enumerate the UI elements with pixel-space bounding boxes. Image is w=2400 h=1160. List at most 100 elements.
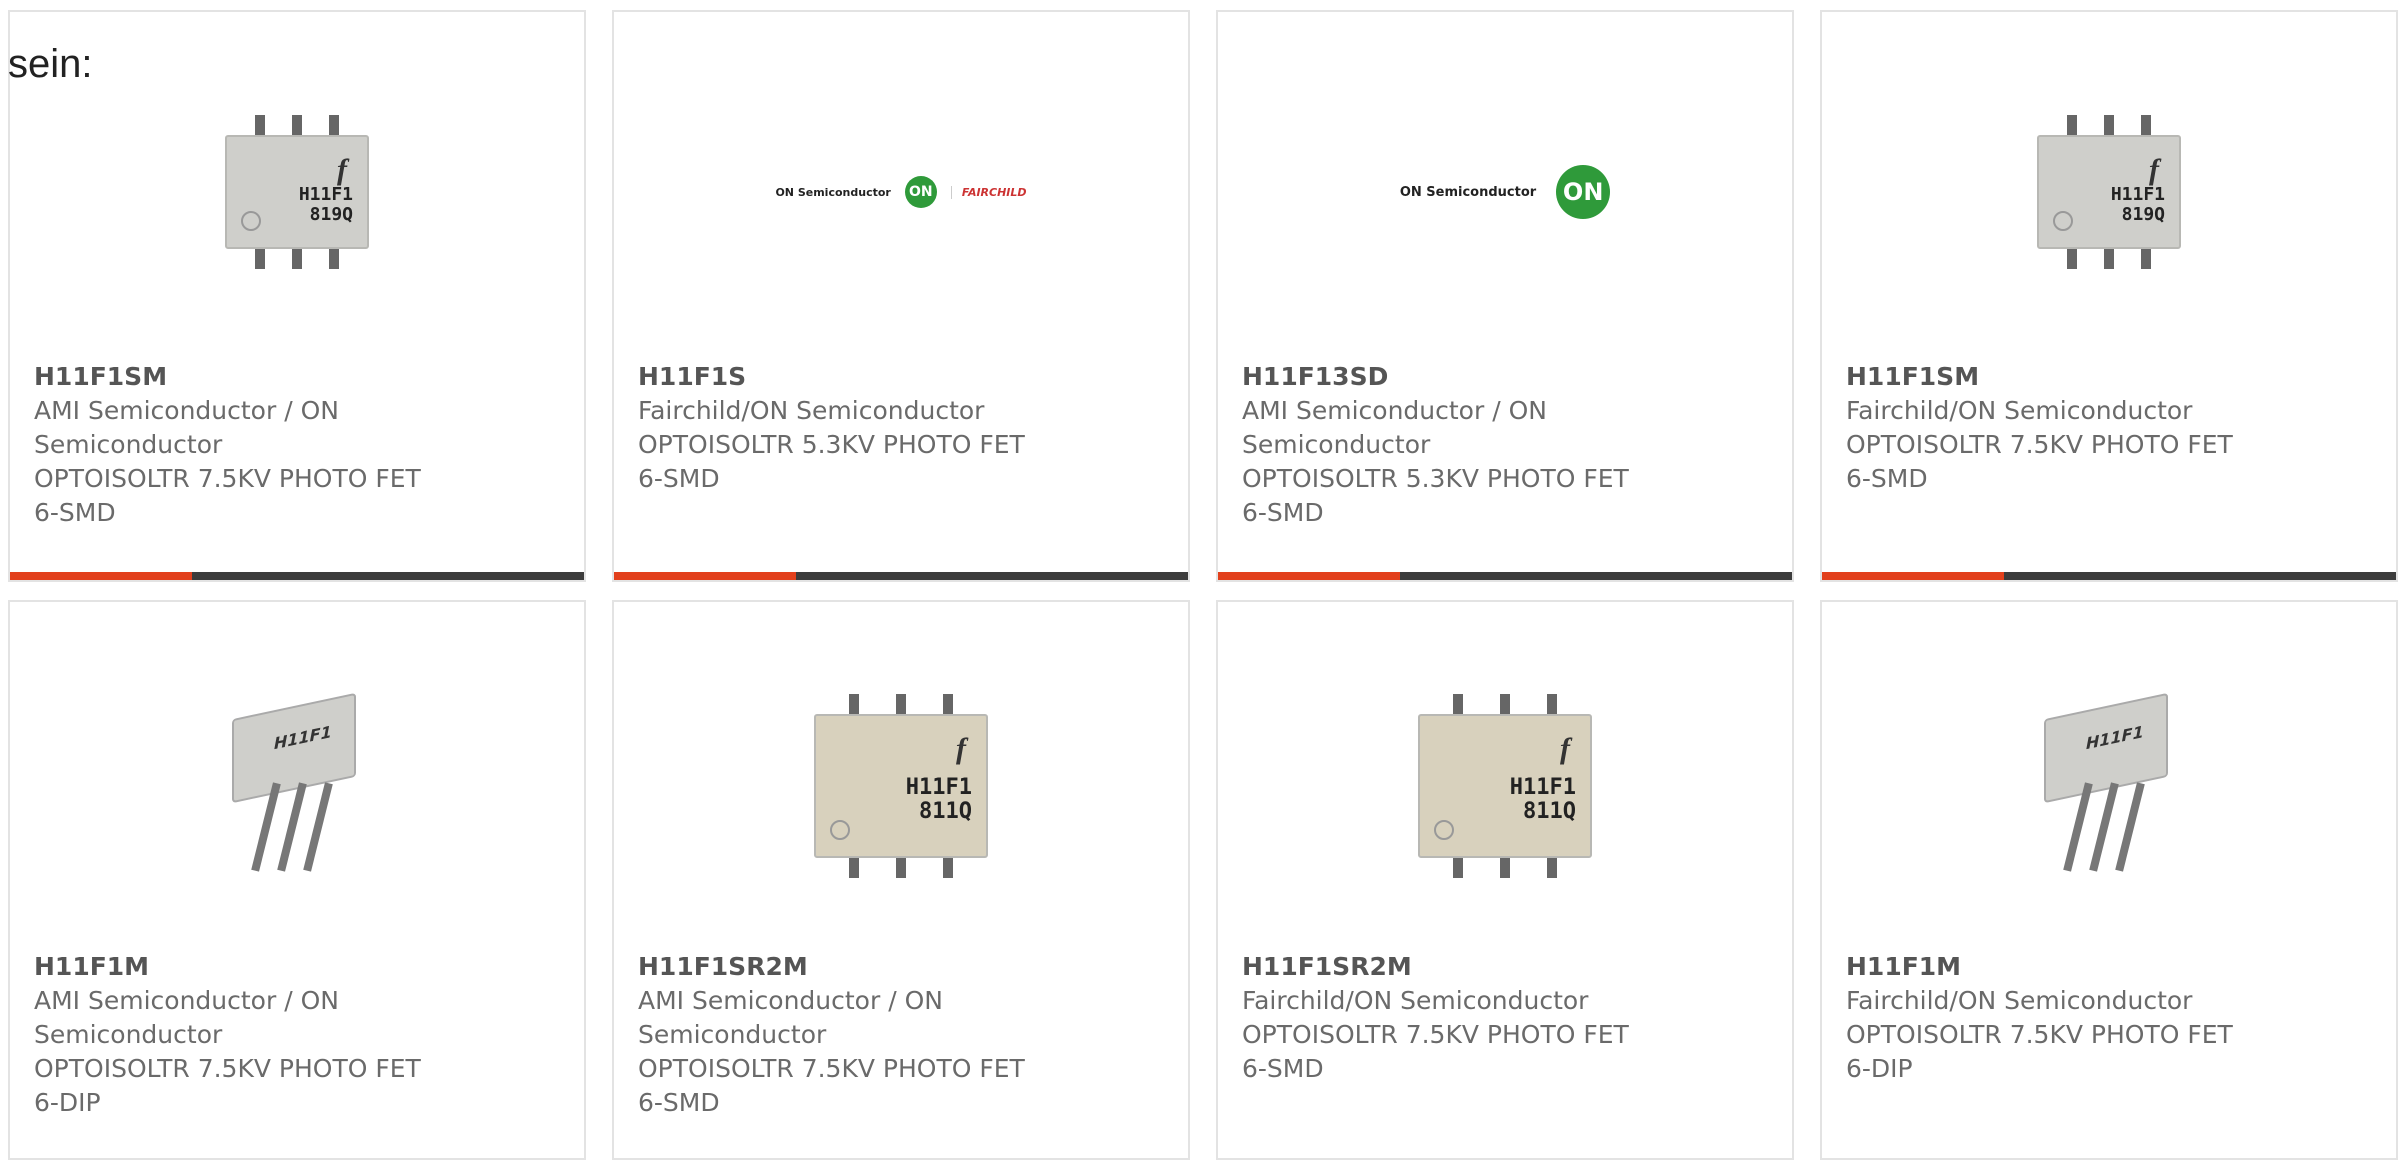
chip-marking-line: 819Q — [309, 204, 353, 225]
chip-pins — [816, 858, 986, 878]
product-image[interactable]: ON Semiconductor ON FAIRCHILD — [614, 92, 1188, 292]
chip-pins — [2039, 249, 2179, 269]
product-image[interactable]: ON Semiconductor ON — [1218, 92, 1792, 292]
brand-name: ON Semiconductor — [775, 185, 891, 199]
product-card[interactable]: ON Semiconductor ON FAIRCHILD H11F1S Fairchi… — [612, 10, 1190, 582]
chip-marking-line: H11F1 — [1509, 775, 1576, 800]
product-image[interactable]: H11F1 — [10, 686, 584, 886]
part-number[interactable]: H11F1M — [1846, 950, 2233, 984]
chip-pin — [1547, 694, 1558, 714]
chip-pin — [254, 115, 265, 135]
brand-logo: ON Semiconductor ON FAIRCHILD — [775, 176, 1027, 208]
product-image[interactable]: H11F1 — [1822, 686, 2396, 886]
product-description: OPTOISOLTR 7.5KV PHOTO FET — [1846, 430, 2233, 459]
card-bottom-bar — [1218, 572, 1792, 580]
chip-marking-line: 811Q — [1523, 799, 1576, 824]
product-card[interactable]: f H11F1 811Q H11F1SR2M Fairchild/ON Semicond… — [1216, 600, 1794, 1160]
dip-leg — [303, 782, 333, 872]
chip-pin — [2141, 115, 2152, 135]
product-image[interactable]: f H11F1 811Q — [1218, 686, 1792, 886]
product-info: H11F1S Fairchild/ON Semiconductor OPTOISOL… — [638, 360, 1025, 496]
chip-pin — [2066, 249, 2077, 269]
product-info: H11F13SD AMI Semiconductor / ON Semiconduc… — [1242, 360, 1629, 530]
chip-pin — [1499, 694, 1510, 714]
pin1-dot — [1434, 820, 1454, 840]
part-number[interactable]: H11F1SM — [1846, 360, 2233, 394]
manufacturer: Fairchild/ON Semiconductor — [638, 396, 985, 425]
pin1-dot — [830, 820, 850, 840]
manufacturer: Semiconductor — [1242, 430, 1431, 459]
chip-pin — [1452, 858, 1463, 878]
product-info: H11F1SR2M Fairchild/ON Semiconductor OPTOI… — [1242, 950, 1629, 1086]
product-card[interactable]: f H11F1 819Q H11F1SM AMI Semiconductor / ON S… — [8, 10, 586, 582]
product-description: OPTOISOLTR 7.5KV PHOTO FET — [34, 464, 421, 493]
dip-chip-image: H11F1 — [222, 692, 372, 876]
product-info: H11F1M AMI Semiconductor / ON Semiconducto… — [34, 950, 421, 1120]
chip-pin — [943, 858, 954, 878]
dip-leg — [277, 782, 307, 872]
product-description: OPTOISOLTR 5.3KV PHOTO FET — [638, 430, 1025, 459]
product-description: OPTOISOLTR 7.5KV PHOTO FET — [1242, 1020, 1629, 1049]
chip-pin — [1547, 858, 1558, 878]
chip-pin — [895, 694, 906, 714]
package-type: 6-SMD — [1242, 1054, 1324, 1083]
product-card[interactable]: f H11F1 819Q H11F1SM Fairchild/ON Semiconduc… — [1820, 10, 2398, 582]
chip-marking: H11F1 819Q — [2111, 185, 2165, 225]
product-card[interactable]: f H11F1 811Q H11F1SR2M AMI Semiconductor / O… — [612, 600, 1190, 1160]
manufacturer: AMI Semiconductor / ON — [34, 396, 339, 425]
chip-marking-line: 811Q — [919, 799, 972, 824]
chip-pin — [329, 115, 340, 135]
package-type: 6-SMD — [638, 1088, 720, 1117]
product-description: OPTOISOLTR 7.5KV PHOTO FET — [638, 1054, 1025, 1083]
product-card[interactable]: H11F1 H11F1M AMI Semiconductor / ON Semicon… — [8, 600, 586, 1160]
chip-marking-line: H11F1 — [905, 775, 972, 800]
on-semiconductor-logo-icon: ON — [904, 176, 937, 208]
brand-name: ON Semiconductor — [1399, 184, 1537, 200]
product-card[interactable]: H11F1 H11F1M Fairchild/ON Semiconductor OPT… — [1820, 600, 2398, 1160]
product-image[interactable]: f H11F1 819Q — [10, 92, 584, 292]
part-number[interactable]: H11F1M — [34, 950, 421, 984]
optoisolator-chip-image: f H11F1 819Q — [225, 115, 369, 269]
chip-pin — [943, 694, 954, 714]
package-type: 6-SMD — [1242, 498, 1324, 527]
chip-marking: H11F1 — [2086, 721, 2144, 754]
chip-pin — [291, 115, 302, 135]
fairchild-logo: FAIRCHILD — [950, 185, 1027, 199]
on-semiconductor-logo-icon: ON — [1556, 165, 1611, 219]
manufacturer: AMI Semiconductor / ON — [638, 986, 943, 1015]
product-card[interactable]: ON Semiconductor ON H11F13SD AMI Semiconduc… — [1216, 10, 1794, 582]
product-description: OPTOISOLTR 7.5KV PHOTO FET — [34, 1054, 421, 1083]
chip-pins — [816, 694, 986, 714]
manufacturer: Semiconductor — [34, 430, 223, 459]
product-image[interactable]: f H11F1 819Q — [1822, 92, 2396, 292]
chip-pin — [2103, 249, 2114, 269]
product-description: OPTOISOLTR 5.3KV PHOTO FET — [1242, 464, 1629, 493]
card-bottom-bar — [10, 572, 584, 580]
part-number[interactable]: H11F13SD — [1242, 360, 1629, 394]
part-number[interactable]: H11F1SR2M — [638, 950, 1025, 984]
card-accent-bar — [1822, 572, 2004, 580]
chip-pin — [1452, 694, 1463, 714]
part-number[interactable]: H11F1SR2M — [1242, 950, 1629, 984]
product-image[interactable]: f H11F1 811Q — [614, 686, 1188, 886]
fairchild-f-icon: f — [2149, 153, 2159, 186]
package-type: 6-DIP — [1846, 1054, 1913, 1083]
chip-marking: H11F1 811Q — [906, 776, 972, 824]
card-bottom-bar — [1822, 572, 2396, 580]
dip-leg — [2115, 782, 2145, 872]
manufacturer: Semiconductor — [34, 1020, 223, 1049]
package-type: 6-SMD — [34, 498, 116, 527]
dip-body: H11F1 — [232, 692, 356, 804]
intro-text: sein: — [8, 42, 93, 86]
product-info: H11F1M Fairchild/ON Semiconductor OPTOISOL… — [1846, 950, 2233, 1086]
chip-pin — [848, 858, 859, 878]
manufacturer: Fairchild/ON Semiconductor — [1846, 986, 2193, 1015]
part-number[interactable]: H11F1S — [638, 360, 1025, 394]
chip-pins — [1420, 858, 1590, 878]
package-type: 6-SMD — [1846, 464, 1928, 493]
product-info: H11F1SM AMI Semiconductor / ON Semiconduct… — [34, 360, 421, 530]
product-description: OPTOISOLTR 7.5KV PHOTO FET — [1846, 1020, 2233, 1049]
package-type: 6-DIP — [34, 1088, 101, 1117]
pin1-dot — [2053, 211, 2073, 231]
part-number[interactable]: H11F1SM — [34, 360, 421, 394]
